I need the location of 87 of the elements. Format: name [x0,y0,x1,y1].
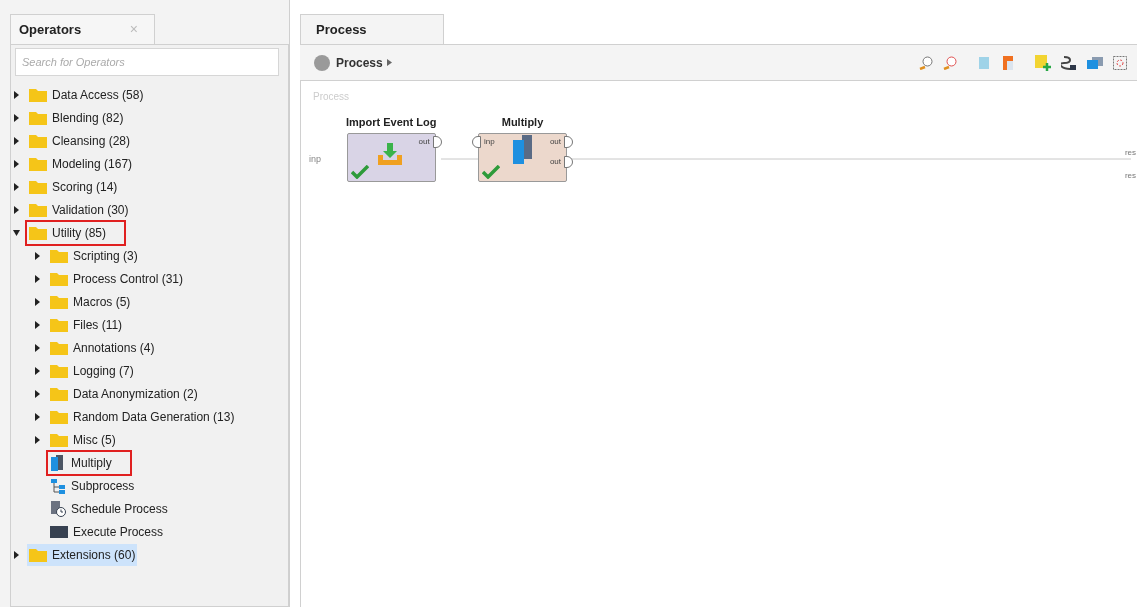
collapse-arrow-icon[interactable] [13,228,20,237]
port-label: inp [484,135,495,148]
tree-item[interactable]: Logging (7) [48,359,136,382]
port-icon[interactable] [564,135,573,148]
folder-icon [29,110,47,125]
tree-item[interactable]: Annotations (4) [48,336,157,359]
folder-icon [29,156,47,171]
operator-node[interactable] [346,132,436,182]
tree-item[interactable]: Macros (5) [48,290,133,313]
tree-item[interactable]: Files (11) [48,313,125,336]
hierarchy-icon [50,477,66,494]
tree-item[interactable]: Subprocess [48,474,137,497]
note-add-icon[interactable] [1035,54,1051,71]
zoom-out-icon[interactable] [943,55,957,70]
port-label: out [549,135,561,148]
tree-item[interactable]: Extensions (60) [27,543,138,566]
fit-icon[interactable] [1113,55,1127,70]
clock-document-icon [50,500,66,517]
expand-arrow-icon[interactable] [13,90,20,99]
folder-icon [50,409,68,424]
expand-arrow-icon[interactable] [34,435,41,444]
tree-item[interactable]: Utility (85) [27,221,124,244]
tree-item[interactable]: Schedule Process [48,497,170,520]
screen-icon [50,524,68,539]
tree-item[interactable]: Random Data Generation (13) [48,405,237,428]
expand-arrow-icon[interactable] [13,136,20,145]
folder-icon [29,133,47,148]
tree-item[interactable]: Modeling (167) [27,152,135,175]
expand-arrow-icon[interactable] [34,366,41,375]
expand-arrow-icon[interactable] [34,274,41,283]
tree-item[interactable]: Cleansing (28) [27,129,133,152]
folder-icon [50,317,68,332]
folder-icon [50,248,68,263]
tree-item[interactable]: Validation (30) [27,198,131,221]
documents-icon [512,134,534,165]
operator-title: Import Event Log [346,115,437,130]
clipboard-icon[interactable] [1001,55,1015,70]
tree-item[interactable]: Process Control (31) [48,267,186,290]
folder-icon [50,271,68,286]
folder-icon [50,386,68,401]
folder-icon [29,225,47,240]
tree-item[interactable]: Misc (5) [48,428,118,451]
expand-arrow-icon[interactable] [34,297,41,306]
port-label: res [1124,170,1137,182]
tree-item[interactable]: Scoring (14) [27,175,120,198]
operator-title: Multiply [501,115,544,130]
folder-icon [50,432,68,447]
port-label: inp [309,153,321,166]
expand-arrow-icon[interactable] [34,389,41,398]
tree-item[interactable]: Data Access (58) [27,83,146,106]
folder-icon [50,294,68,309]
expand-arrow-icon[interactable] [34,343,41,352]
folder-icon [29,179,47,194]
process-tab[interactable]: Process [300,14,444,44]
tree-item[interactable]: Multiply [48,451,130,474]
folder-icon [29,87,47,102]
expand-arrow-icon[interactable] [13,113,20,122]
tree-item[interactable]: Scripting (3) [48,244,140,267]
documents-icon [50,454,66,471]
port-icon[interactable] [432,135,442,148]
plug-icon[interactable] [1061,54,1077,71]
folder-icon [29,547,47,562]
expand-arrow-icon[interactable] [13,550,20,559]
expand-arrow-icon[interactable] [34,320,41,329]
port-icon[interactable] [472,135,481,148]
expand-arrow-icon[interactable] [34,251,41,260]
folder-icon [29,202,47,217]
expand-arrow-icon[interactable] [13,159,20,168]
caret-icon [386,59,392,66]
zoom-in-icon[interactable] [919,55,933,70]
breadcrumb[interactable]: Process [336,53,383,72]
windows-icon[interactable] [1087,55,1103,70]
expand-arrow-icon[interactable] [13,182,20,191]
port-label: out [418,135,430,148]
tree-item[interactable]: Execute Process [48,520,166,543]
tree-item[interactable]: Data Anonymization (2) [48,382,200,405]
expand-arrow-icon[interactable] [34,412,41,421]
port-label: out [549,155,561,168]
expand-arrow-icon[interactable] [13,205,20,214]
folder-icon [50,363,68,378]
port-icon[interactable] [564,155,573,168]
port-label: res [1124,147,1137,159]
download-tray-icon [376,140,403,167]
tree-item[interactable]: Blending (82) [27,106,126,129]
search-field[interactable]: Search for Operators [15,48,279,76]
panel-tab[interactable]: Operators × [10,14,155,44]
folder-icon [50,340,68,355]
